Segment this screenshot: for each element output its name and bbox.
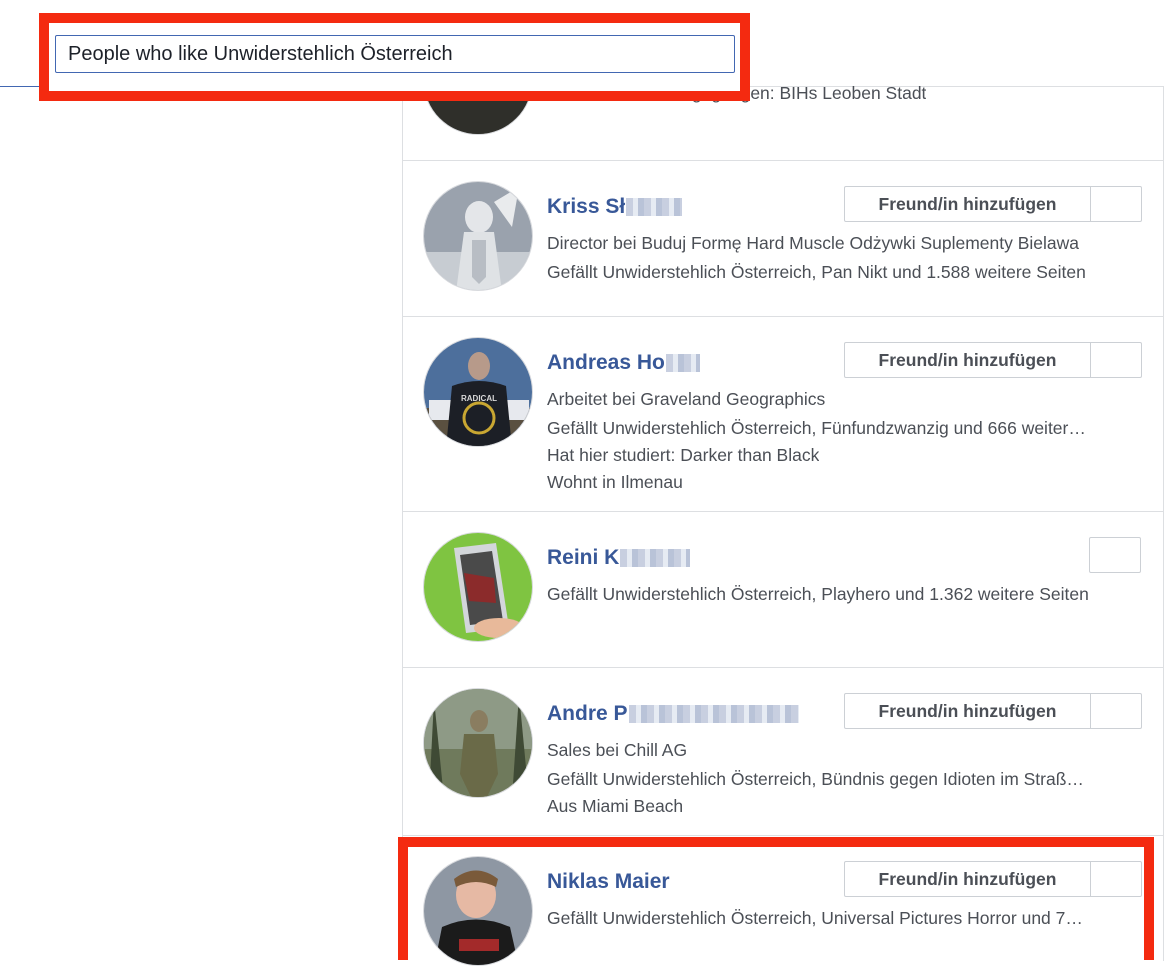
search-results-list: Ist hier zur Schule gegangen: BIHs Leobe…	[402, 25, 1164, 966]
add-friend-button-label: Freund/in hinzufügen	[845, 343, 1091, 377]
result-detail-line: Gefällt Unwiderstehlich Österreich, Play…	[547, 584, 1089, 604]
avatar[interactable]: RADICAL	[423, 337, 533, 447]
more-options-button[interactable]	[1089, 537, 1141, 573]
more-options-button[interactable]	[1091, 343, 1141, 377]
add-friend-button[interactable]: Freund/in hinzufügen	[844, 861, 1142, 897]
result-detail-line: Gefällt Unwiderstehlich Österreich, Fünf…	[547, 418, 1086, 438]
result-name[interactable]: Niklas Maier	[547, 870, 670, 894]
result-name[interactable]: Andreas Ho	[547, 351, 700, 375]
result-card[interactable]: Niklas Maier Freund/in hinzufügen Gefäll…	[403, 835, 1164, 966]
result-detail-line: Gefällt Unwiderstehlich Österreich, Pan …	[547, 262, 1086, 282]
avatar-shirt-text: RADICAL	[461, 394, 497, 403]
avatar[interactable]	[423, 532, 533, 642]
search-highlight-box	[39, 13, 750, 101]
result-card[interactable]: Kriss Sł Freund/in hinzufügen Director b…	[403, 160, 1164, 317]
result-detail-line: Sales bei Chill AG	[547, 740, 688, 760]
avatar[interactable]	[423, 181, 533, 291]
avatar[interactable]	[423, 688, 533, 798]
add-friend-button[interactable]: Freund/in hinzufügen	[844, 693, 1142, 729]
result-detail-line: Aus Miami Beach	[547, 796, 684, 816]
add-friend-button[interactable]: Freund/in hinzufügen	[844, 342, 1142, 378]
avatar[interactable]	[423, 856, 533, 966]
result-detail-line: Hat hier studiert: Darker than Black	[547, 445, 820, 465]
add-friend-button-label: Freund/in hinzufügen	[845, 694, 1091, 728]
add-friend-button[interactable]: Freund/in hinzufügen	[844, 186, 1142, 222]
result-card[interactable]: RADICAL Andreas Ho Freund/in hinzufügen …	[403, 316, 1164, 512]
result-detail-line: Gefällt Unwiderstehlich Österreich, Bünd…	[547, 769, 1084, 789]
result-detail-line: Wohnt in Ilmenau	[547, 472, 683, 492]
result-card[interactable]: Andre P Freund/in hinzufügen Sales bei C…	[403, 667, 1164, 836]
add-friend-button-label: Freund/in hinzufügen	[845, 862, 1091, 896]
result-card[interactable]: Reini K Gefällt Unwiderstehlich Österrei…	[403, 511, 1164, 668]
more-options-button[interactable]	[1091, 187, 1141, 221]
more-options-button[interactable]	[1091, 694, 1141, 728]
more-options-button[interactable]	[1091, 862, 1141, 896]
search-input[interactable]	[55, 35, 735, 73]
result-detail-line: Gefällt Unwiderstehlich Österreich, Univ…	[547, 908, 1083, 928]
result-detail-line: Director bei Buduj Formę Hard Muscle Odż…	[547, 233, 1080, 253]
result-name[interactable]: Reini K	[547, 546, 691, 570]
result-name[interactable]: Kriss Sł	[547, 195, 683, 219]
result-detail-line: Arbeitet bei Graveland Geographics	[547, 389, 826, 409]
add-friend-button-label: Freund/in hinzufügen	[845, 187, 1091, 221]
result-name[interactable]: Andre P	[547, 702, 799, 726]
